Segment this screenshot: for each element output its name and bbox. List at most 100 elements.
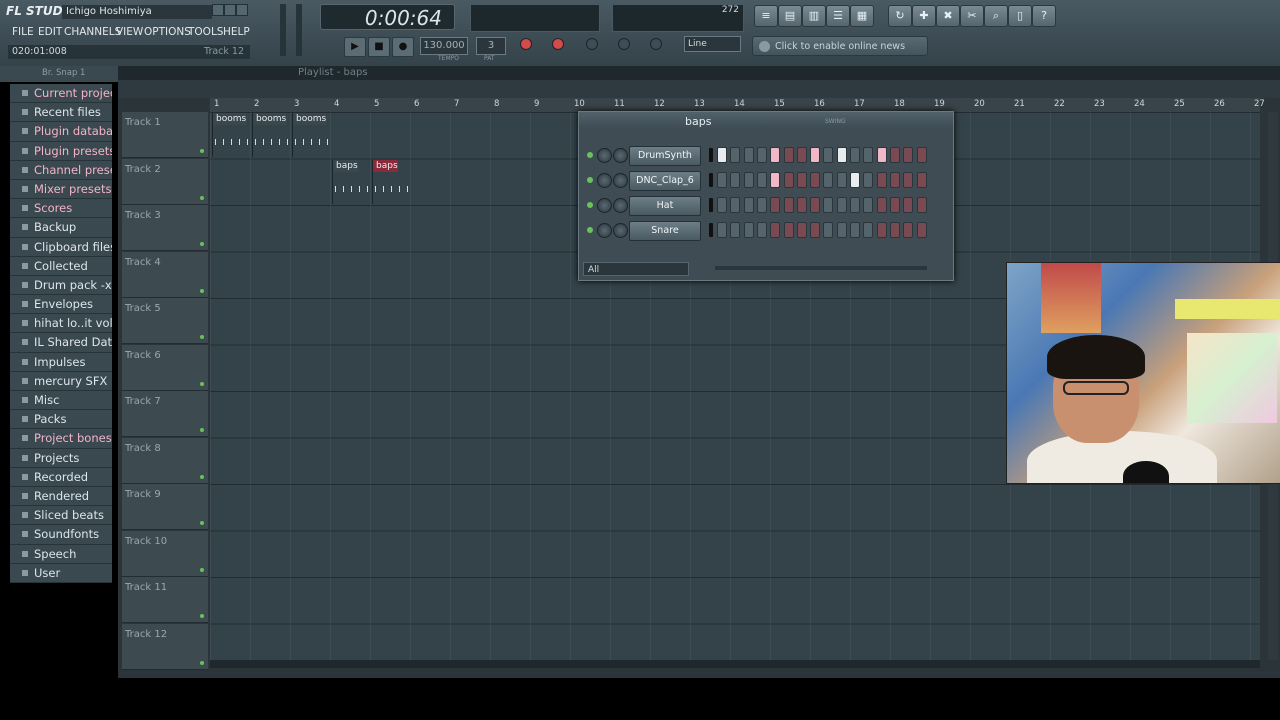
step-button[interactable] — [903, 197, 914, 213]
browser-item[interactable]: Rendered — [10, 486, 112, 507]
step-button[interactable] — [743, 172, 754, 188]
step-button[interactable] — [743, 222, 754, 238]
step-button[interactable] — [717, 197, 727, 213]
step-button[interactable] — [889, 197, 900, 213]
step-button[interactable] — [783, 197, 794, 213]
track-header[interactable]: Track 7 — [122, 391, 208, 437]
pattern-field[interactable]: 3 — [476, 37, 506, 55]
pattern-name[interactable]: baps — [685, 115, 711, 128]
browser-item[interactable]: mercury SFX — [10, 371, 112, 391]
step-button[interactable] — [756, 222, 767, 238]
step-button[interactable] — [876, 172, 887, 188]
track-header[interactable]: Track 6 — [122, 344, 208, 391]
step-button[interactable] — [770, 222, 781, 238]
step-button[interactable] — [916, 197, 927, 213]
channel-select-indicator[interactable] — [709, 198, 713, 212]
menu-view[interactable]: VIEW — [116, 24, 143, 40]
file-icon[interactable]: ▯ — [1008, 5, 1032, 27]
refresh-icon[interactable]: ↻ — [888, 5, 912, 27]
step-button[interactable] — [903, 147, 914, 163]
browser-item[interactable]: Speech — [10, 544, 112, 564]
master-volume-slider[interactable] — [280, 4, 286, 56]
track-header[interactable]: Track 8 — [122, 437, 208, 484]
channel-name-button[interactable]: DNC_Clap_6 — [629, 171, 701, 191]
pattern-clip[interactable]: baps — [332, 159, 371, 204]
step-button[interactable] — [823, 197, 834, 213]
channel-pan-knob[interactable] — [597, 173, 612, 188]
step-button[interactable] — [850, 197, 860, 213]
step-button[interactable] — [876, 222, 887, 238]
step-button[interactable] — [863, 172, 874, 188]
browser-item[interactable]: Scores — [10, 199, 112, 219]
step-button[interactable] — [770, 197, 781, 213]
master-pitch-slider[interactable] — [296, 4, 302, 56]
minimize-icon[interactable] — [212, 4, 224, 16]
step-button[interactable] — [796, 147, 807, 163]
overdub-icon[interactable] — [586, 38, 598, 50]
track-mute-led[interactable] — [200, 195, 204, 200]
step-button[interactable] — [730, 147, 741, 163]
channel-volume-knob[interactable] — [613, 173, 628, 188]
channel-select-indicator[interactable] — [709, 148, 713, 162]
step-button[interactable] — [730, 222, 741, 238]
channel-mute-led[interactable] — [587, 177, 593, 183]
snap-select[interactable]: Line — [684, 36, 741, 52]
browser-item[interactable]: Plugin database — [10, 122, 112, 142]
channel-name-button[interactable]: Hat — [629, 196, 701, 216]
tempo-field[interactable]: 130.000 — [420, 37, 468, 55]
track-header[interactable]: Track 1 — [122, 112, 208, 158]
track-header[interactable]: Track 11 — [122, 577, 208, 623]
step-button[interactable] — [823, 222, 834, 238]
step-button[interactable] — [823, 147, 834, 163]
playlist-horizontal-scrollbar[interactable] — [210, 660, 1260, 668]
channel-volume-knob[interactable] — [613, 198, 628, 213]
track-mute-led[interactable] — [200, 381, 204, 386]
playlist-icon[interactable]: ≡ — [754, 5, 778, 27]
step-button[interactable] — [756, 172, 767, 188]
search-icon[interactable]: ⌕ — [984, 5, 1008, 27]
step-button[interactable] — [730, 197, 741, 213]
step-button[interactable] — [889, 147, 900, 163]
track-header[interactable]: Track 9 — [122, 484, 208, 530]
browser-item[interactable]: Envelopes — [10, 295, 112, 315]
browser-item[interactable]: IL Shared Data — [10, 333, 112, 353]
step-button[interactable] — [836, 172, 847, 188]
step-button[interactable] — [863, 197, 874, 213]
loop-record-icon[interactable] — [618, 38, 630, 50]
step-button[interactable] — [756, 147, 767, 163]
browser-item[interactable]: hihat lo..it vol 1 — [10, 314, 112, 334]
step-button[interactable] — [916, 172, 927, 188]
step-button[interactable] — [810, 197, 821, 213]
browser-item[interactable]: Impulses — [10, 352, 112, 372]
step-edit-icon[interactable] — [552, 38, 564, 50]
browser-item[interactable]: Plugin presets — [10, 141, 112, 161]
playlist-ruler[interactable]: 1 2 3 4 5 6 7 8 9 10 11 12 13 14 15 16 17 18 19 20 21 22 23 24 2… — [210, 98, 1265, 112]
step-button[interactable] — [850, 222, 860, 238]
browser-item[interactable]: Sliced beats — [10, 506, 112, 526]
time-display[interactable]: 0:00:64 — [320, 4, 455, 30]
stop-button[interactable]: ■ — [368, 37, 390, 57]
step-button[interactable] — [836, 147, 847, 163]
browser-item[interactable]: Backup — [10, 218, 112, 238]
track-mute-led[interactable] — [200, 149, 204, 153]
maximize-icon[interactable] — [224, 4, 236, 16]
channel-name-button[interactable]: DrumSynth — [629, 146, 701, 166]
channel-mute-led[interactable] — [587, 227, 593, 233]
step-button[interactable] — [717, 147, 727, 163]
channel-pan-knob[interactable] — [597, 148, 612, 163]
step-sequencer-icon[interactable]: ▥ — [802, 5, 826, 27]
step-button[interactable] — [903, 172, 914, 188]
track-header[interactable]: Track 5 — [122, 298, 208, 344]
menu-help[interactable]: HELP — [223, 24, 250, 40]
browser-icon[interactable]: ▦ — [850, 5, 874, 27]
piano-roll-icon[interactable]: ▤ — [778, 5, 802, 27]
track-mute-led[interactable] — [200, 521, 204, 525]
record-button[interactable]: ● — [392, 37, 414, 57]
channel-pan-knob[interactable] — [597, 223, 612, 238]
menu-options[interactable]: OPTIONS — [144, 24, 191, 40]
metronome-icon[interactable] — [650, 38, 662, 50]
step-button[interactable] — [903, 222, 914, 238]
step-button[interactable] — [889, 222, 900, 238]
record-mode-icon[interactable] — [520, 38, 532, 50]
online-news-button[interactable]: Click to enable online news — [752, 36, 928, 56]
